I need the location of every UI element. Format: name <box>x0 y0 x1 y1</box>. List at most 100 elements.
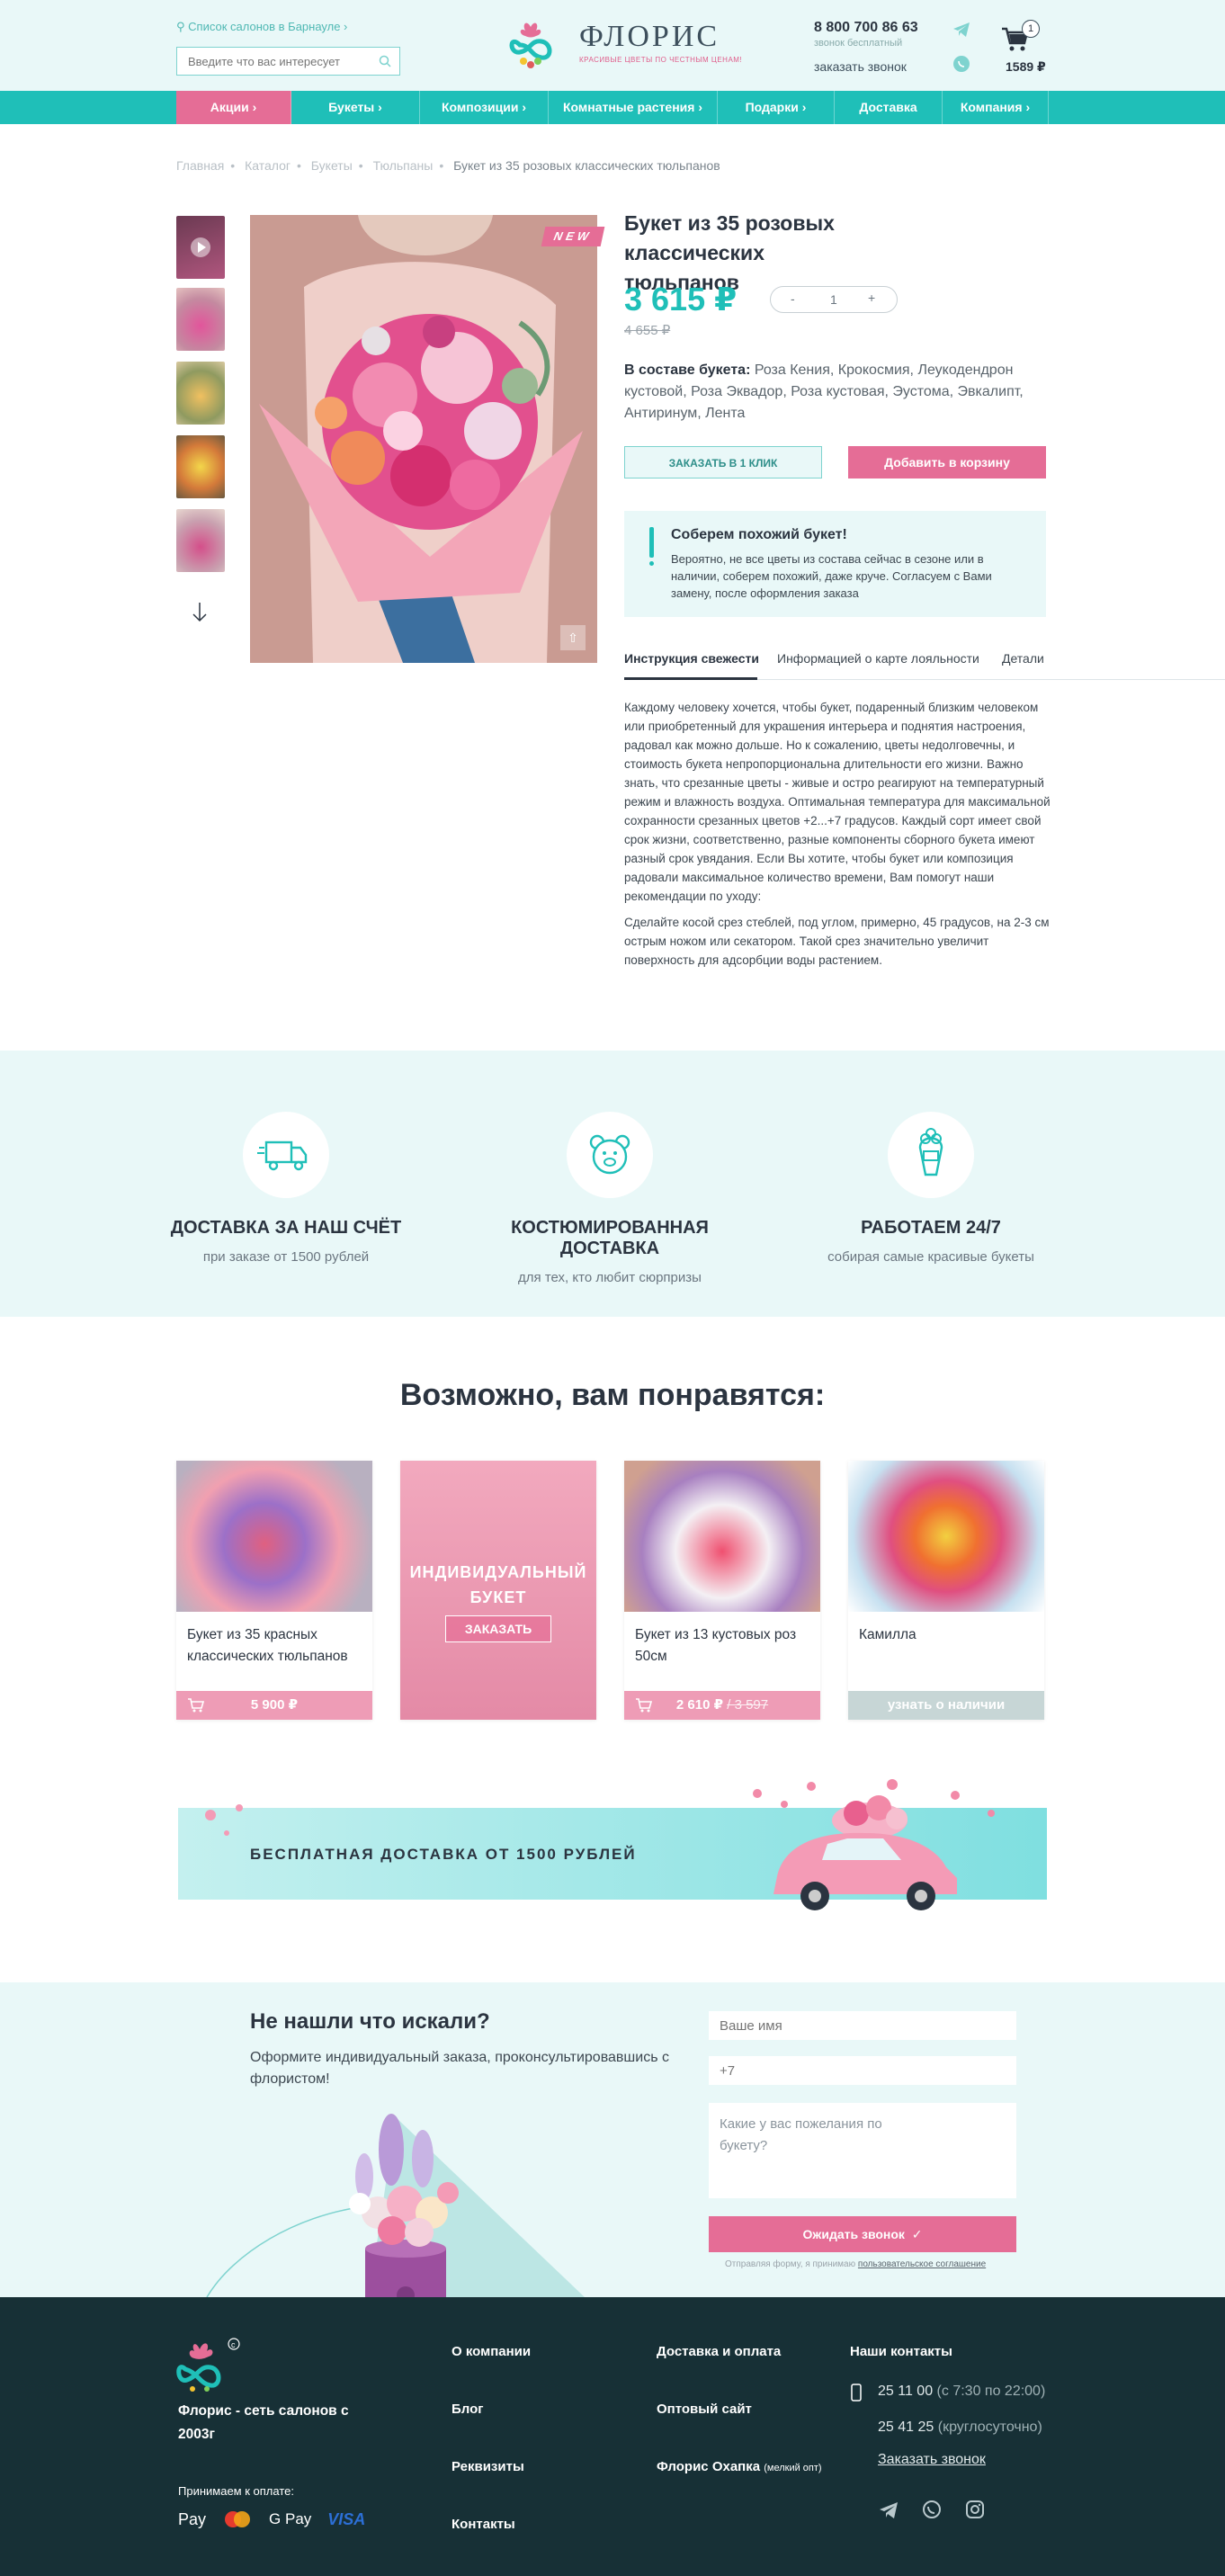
nav-item-2[interactable]: Букеты › <box>291 91 420 124</box>
breadcrumb-current: Букет из 35 розовых классических тюльпан… <box>453 158 720 173</box>
add-to-cart-button[interactable]: Добавить в корзину <box>848 446 1046 479</box>
breadcrumb-catalog[interactable]: Каталог <box>245 158 291 173</box>
product-card-price-bar[interactable]: 5 900 ₽ <box>176 1691 372 1720</box>
qty-value[interactable]: 1 <box>830 292 837 307</box>
footer-logo-icon[interactable]: c <box>176 2333 248 2396</box>
promo-order-button[interactable]: ЗАКАЗАТЬ <box>445 1615 551 1642</box>
footer-callback-link[interactable]: Заказать звонок <box>878 2452 986 2468</box>
breadcrumb-tulips[interactable]: Тюльпаны <box>373 158 434 173</box>
contact-phone-2[interactable]: 25 41 25 (круглосуточно) <box>878 2419 1042 2436</box>
contact-phone-1[interactable]: 25 11 00 (с 7:30 по 22:00) <box>878 2384 1045 2400</box>
one-click-order-button[interactable]: ЗАКАЗАТЬ В 1 КЛИК <box>624 446 822 479</box>
feature-text: собирая самые красивые букеты <box>827 1249 1034 1265</box>
footer-link-okhapka[interactable]: Флорис Охапка (мелкий опт) <box>657 2459 822 2474</box>
google-pay-label: G Pay <box>269 2510 312 2527</box>
banner-text: БЕСПЛАТНАЯ ДОСТАВКА ОТ 1500 РУБЛЕЙ <box>250 1846 637 1863</box>
breadcrumb-bouquets[interactable]: Букеты <box>311 158 353 173</box>
breadcrumb-home[interactable]: Главная <box>176 158 224 173</box>
feature-title: КОСТЮМИРОВАННАЯ ДОСТАВКА <box>511 1218 709 1258</box>
nav-item-5[interactable]: Подарки › <box>718 91 835 124</box>
new-badge: NEW <box>541 227 605 246</box>
play-icon <box>191 237 210 257</box>
active-tab-underline <box>624 677 757 680</box>
nav-item-4[interactable]: Комнатные растения › <box>549 91 718 124</box>
gallery-thumb[interactable] <box>176 288 225 351</box>
bear-icon <box>567 1112 653 1198</box>
whatsapp-icon[interactable] <box>952 54 971 74</box>
product-card-name[interactable]: Букет из 35 красных классических тюльпан… <box>187 1624 363 1668</box>
search-input[interactable] <box>176 47 400 76</box>
footer-link-blog[interactable]: Блог <box>452 2402 484 2417</box>
freshness-text-1: Каждому человеку хочется, чтобы букет, п… <box>624 701 1051 903</box>
footer-link-about[interactable]: О компании <box>452 2344 531 2359</box>
main-nav: Акции › Букеты › Композиции › Комнатные рас… <box>0 91 1225 124</box>
cart-sum[interactable]: 1589 ₽ <box>1006 59 1046 75</box>
gallery-next-arrow-icon[interactable] <box>191 601 209 624</box>
product-card-name[interactable]: Камилла <box>859 1624 1035 1646</box>
freshness-text-2: Сделайте косой срез стеблей, под углом, … <box>624 916 1050 967</box>
callback-link[interactable]: заказать звонок <box>814 59 907 74</box>
image-zoom-icon[interactable]: ⇧ <box>560 625 586 650</box>
gallery-thumb[interactable] <box>176 509 225 572</box>
product-card-price-bar[interactable]: 2 610 ₽ / 3 597 <box>624 1691 820 1720</box>
feature-title: ДОСТАВКА ЗА НАШ СЧЁТ <box>170 1218 402 1238</box>
availability-button[interactable]: узнать о наличии <box>848 1691 1044 1720</box>
city-salons-link[interactable]: ⚲ Список салонов в Барнауле › <box>176 20 347 34</box>
name-field[interactable] <box>709 2011 1016 2040</box>
search-icon[interactable] <box>378 54 392 68</box>
instagram-icon[interactable] <box>964 2499 986 2520</box>
footer-link-requisites[interactable]: Реквизиты <box>452 2459 524 2474</box>
phone-2-number: 25 41 25 <box>878 2419 934 2435</box>
feature-text: при заказе от 1500 рублей <box>202 1249 370 1265</box>
whatsapp-icon[interactable] <box>921 2499 943 2520</box>
tab-details[interactable]: Детали <box>1002 651 1044 666</box>
qty-minus-button[interactable]: - <box>791 291 795 306</box>
qty-plus-button[interactable]: + <box>868 291 875 305</box>
product-card-image[interactable] <box>176 1461 372 1612</box>
product-card[interactable]: Букет из 13 кустовых роз 50см 2 610 ₽ / … <box>624 1461 820 1720</box>
individual-bouquet-card[interactable]: ИНДИВИДУАЛЬНЫЙ БУКЕТ ЗАКАЗАТЬ <box>400 1461 596 1720</box>
product-tabs: Инструкция свежести Информацией о карте … <box>624 644 1225 680</box>
footer-link-delivery[interactable]: Доставка и оплата <box>657 2344 781 2359</box>
phone-field[interactable] <box>709 2056 1016 2085</box>
product-card[interactable]: Камилла узнать о наличии <box>848 1461 1044 1720</box>
request-call-button[interactable]: Ожидать звонок ✓ <box>709 2216 1016 2252</box>
notice-title: Соберем похожий букет! <box>671 527 847 542</box>
user-agreement-link[interactable]: пользовательское соглашение <box>858 2259 986 2269</box>
nav-item-6[interactable]: Доставка <box>835 91 943 124</box>
feature-costume: КОСТЮМИРОВАННАЯ ДОСТАВКА для тех, кто лю… <box>475 1112 745 1285</box>
nav-item-3[interactable]: Композиции › <box>420 91 549 124</box>
tab-loyalty-card[interactable]: Информацией о карте лояльности <box>777 651 979 666</box>
product-card-name[interactable]: Букет из 13 кустовых роз 50см <box>635 1624 811 1668</box>
truck-icon <box>243 1112 329 1198</box>
nav-item-7[interactable]: Компания › <box>943 91 1049 124</box>
bouquet-icon <box>888 1112 974 1198</box>
nav-item-1[interactable]: Акции › <box>176 91 291 124</box>
wishes-field[interactable]: Какие у вас пожелания по букету? <box>709 2103 1016 2198</box>
telegram-icon[interactable] <box>952 20 971 40</box>
apple-pay-label: Pay <box>178 2509 207 2528</box>
free-delivery-banner[interactable]: БЕСПЛАТНАЯ ДОСТАВКА ОТ 1500 РУБЛЕЙ <box>178 1779 1047 1910</box>
product-card-image[interactable] <box>624 1461 820 1612</box>
product-main-image[interactable]: ⇧ <box>250 215 597 663</box>
footer-link-wholesale[interactable]: Оптовый сайт <box>657 2402 752 2417</box>
product-card-image[interactable] <box>848 1461 1044 1612</box>
check-icon: ✓ <box>908 2227 923 2241</box>
mastercard-icon <box>225 2511 251 2527</box>
footer-link-contacts[interactable]: Контакты <box>452 2517 515 2532</box>
phone-1-number: 25 11 00 <box>878 2384 934 2399</box>
cart-count-badge: 1 <box>1022 20 1040 38</box>
header-phone[interactable]: 8 800 700 86 63 <box>814 20 918 36</box>
product-card[interactable]: Букет из 35 красных классических тюльпан… <box>176 1461 372 1720</box>
phone-note: звонок бесплатный <box>814 38 903 49</box>
form-title: Не нашли что искали? <box>250 2009 490 2034</box>
wishes-placeholder: Какие у вас пожелания по букету? <box>720 2116 882 2153</box>
telegram-icon[interactable] <box>878 2500 899 2520</box>
gallery-thumb-video[interactable] <box>176 216 225 279</box>
tab-freshness[interactable]: Инструкция свежести <box>624 651 759 666</box>
cart-icon <box>188 1698 205 1713</box>
gallery-thumb[interactable] <box>176 362 225 425</box>
gallery-thumb[interactable] <box>176 435 225 498</box>
visa-icon: VISA <box>327 2510 365 2529</box>
visa-label: VISA <box>327 2509 366 2528</box>
